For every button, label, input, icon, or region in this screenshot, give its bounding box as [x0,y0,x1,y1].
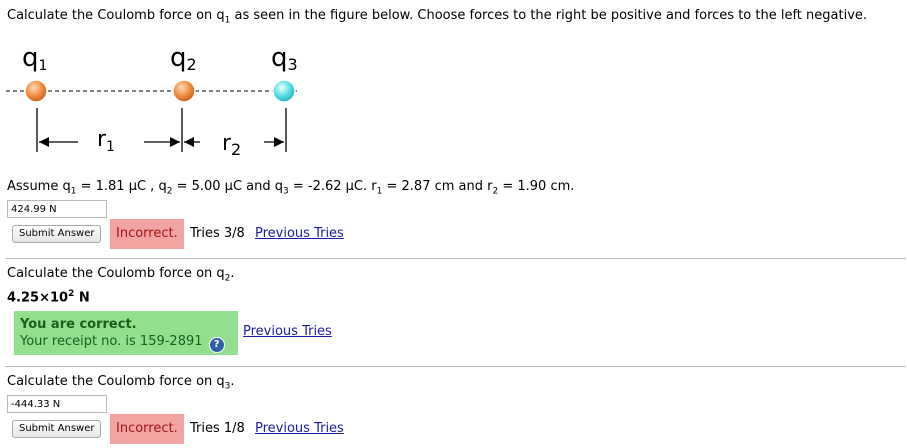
prompt-q3-text: Calculate the Coulomb force on q [7,374,225,389]
assume-text-1: Assume q [7,179,71,194]
prompt-q2: Calculate the Coulomb force on q2. [7,266,235,284]
r1-right-arrowhead [170,137,180,147]
incorrect-badge-q1: Incorrect. [110,219,184,249]
r1-left-arrowhead [39,137,49,147]
section-divider-1 [5,258,906,259]
section-divider-2 [5,366,906,367]
tries-count-q1: Tries 3/8 [190,226,245,241]
problem-text-end: as seen in the figure below. Choose forc… [230,8,868,23]
assume-text-2: = 1.81 µC , q [76,179,167,194]
answer-input-q1[interactable] [7,200,107,218]
r1-label: r1 [97,127,115,155]
submitted-answer-q2: 4.25×102 N [7,289,90,305]
r2-right-arrowhead [274,137,284,147]
r2-left-arrowhead [184,137,194,147]
prompt-q3-end: . [230,374,235,389]
previous-tries-link-q1[interactable]: Previous Tries [255,226,344,241]
correct-title: You are correct. [20,317,137,332]
prompt-q3: Calculate the Coulomb force on q3. [7,374,235,392]
submit-answer-button-q3[interactable]: Submit Answer [12,420,102,438]
problem-statement: Calculate the Coulomb force on q1 as see… [7,8,867,26]
r2-label: r2 [222,131,241,159]
q2-label: q2 [170,43,197,74]
charge-q2 [172,79,196,103]
submit-answer-button-q1[interactable]: Submit Answer [12,225,102,243]
assume-text-3: = 5.00 µC and q [172,179,283,194]
assume-text-4: = -2.62 µC. r [288,179,377,194]
incorrect-badge-q3: Incorrect. [110,414,184,444]
answer-q2-unit: N [74,290,90,306]
tries-count-q3: Tries 1/8 [190,421,245,436]
help-icon[interactable]: ? [208,337,225,353]
charge-q1 [24,79,48,103]
previous-tries-link-q3[interactable]: Previous Tries [255,421,344,436]
assume-text-6: = 1.90 cm. [498,179,575,194]
assume-text-5: = 2.87 cm and r [382,179,493,194]
prompt-q2-end: . [230,266,235,281]
receipt-line: Your receipt no. is 159-2891 ? [20,334,232,353]
correct-feedback-box: You are correct. Your receipt no. is 159… [14,311,238,355]
answer-q2-base: 4.25×10 [7,290,69,306]
receipt-text: Your receipt no. is 159-2891 [20,334,203,349]
problem-text: Calculate the Coulomb force on q [7,8,225,23]
answer-input-q3[interactable] [7,395,107,413]
charges-figure: q1 q2 q3 r1 r2 [6,43,300,159]
charge-q3 [272,79,296,103]
assumptions-line: Assume q1 = 1.81 µC , q2 = 5.00 µC and q… [7,179,574,197]
previous-tries-link-q2[interactable]: Previous Tries [243,324,332,339]
q1-label: q1 [22,43,47,74]
prompt-q2-text: Calculate the Coulomb force on q [7,266,225,281]
q3-label: q3 [271,43,298,74]
